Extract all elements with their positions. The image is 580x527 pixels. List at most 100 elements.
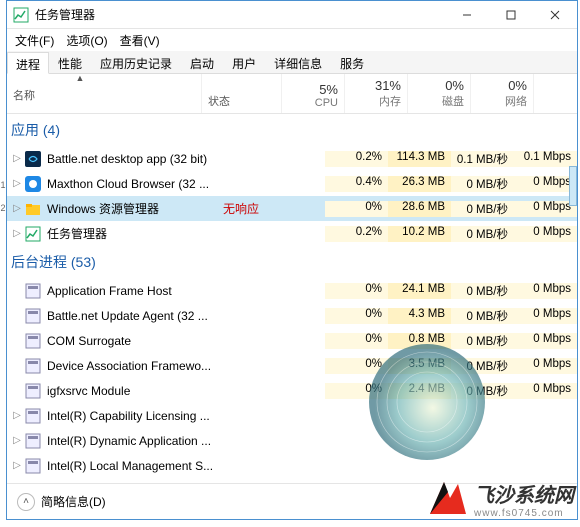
- cell-network: 0.1 Mbps: [514, 151, 577, 167]
- process-name: Maxthon Cloud Browser (32 ...: [47, 177, 223, 191]
- process-row[interactable]: Battle.net Update Agent (32 ... 0% 4.3 M…: [7, 303, 577, 328]
- tab-users[interactable]: 用户: [223, 51, 265, 73]
- menu-view[interactable]: 查看(V): [116, 30, 164, 51]
- process-status: 无响应: [223, 200, 303, 217]
- process-name: Battle.net desktop app (32 bit): [47, 152, 223, 166]
- maximize-button[interactable]: [489, 1, 533, 29]
- process-name: Intel(R) Local Management S...: [47, 459, 223, 473]
- process-name: Intel(R) Capability Licensing ...: [47, 409, 223, 423]
- cell-memory: 10.2 MB: [388, 226, 451, 242]
- process-icon: [25, 201, 41, 217]
- col-disk[interactable]: 0%磁盘: [408, 74, 471, 113]
- process-row[interactable]: ▷ Maxthon Cloud Browser (32 ... 0.4% 26.…: [7, 171, 577, 196]
- cell-cpu: 0%: [325, 383, 388, 399]
- cell-cpu: 0.4%: [325, 176, 388, 192]
- process-row[interactable]: Device Association Framewo... 0% 3.5 MB …: [7, 353, 577, 378]
- expander-icon[interactable]: ▷: [7, 178, 25, 189]
- process-row[interactable]: ▷ Windows 资源管理器 无响应 0% 28.6 MB 0 MB/秒 0 …: [7, 196, 577, 221]
- minimize-button[interactable]: [445, 1, 489, 29]
- col-memory[interactable]: 31%内存: [345, 74, 408, 113]
- cell-cpu: 0.2%: [325, 226, 388, 242]
- titlebar: 任务管理器: [7, 1, 577, 29]
- tab-app-history[interactable]: 应用历史记录: [91, 51, 181, 73]
- process-row[interactable]: COM Surrogate 0% 0.8 MB 0 MB/秒 0 Mbps: [7, 328, 577, 353]
- process-name: igfxsrvc Module: [47, 384, 223, 398]
- col-cpu[interactable]: 5%CPU: [282, 74, 345, 113]
- brief-info-link[interactable]: 简略信息(D): [41, 493, 106, 510]
- cell-memory: 28.6 MB: [388, 201, 451, 217]
- process-icon: [25, 308, 41, 324]
- process-icon: [25, 333, 41, 349]
- cell-disk: 0 MB/秒: [451, 308, 514, 324]
- app-icon: [13, 7, 29, 23]
- cell-network: 0 Mbps: [514, 283, 577, 299]
- process-list[interactable]: 应用 (4) ▷ Battle.net desktop app (32 bit)…: [7, 114, 577, 496]
- cell-disk: 0 MB/秒: [451, 283, 514, 299]
- process-row[interactable]: igfxsrvc Module 0% 2.4 MB 0 MB/秒 0 Mbps: [7, 378, 577, 403]
- col-status[interactable]: 状态: [202, 74, 282, 113]
- menu-options[interactable]: 选项(O): [62, 30, 111, 51]
- cell-cpu: 0%: [325, 283, 388, 299]
- process-row[interactable]: ▷ Battle.net desktop app (32 bit) 0.2% 1…: [7, 146, 577, 171]
- cell-disk: 0 MB/秒: [451, 383, 514, 399]
- expander-icon[interactable]: ▷: [7, 228, 25, 239]
- cell-cpu: 0%: [325, 333, 388, 349]
- side-marker: [569, 166, 577, 206]
- process-icon: [25, 383, 41, 399]
- watermark: 飞沙系统网 www.fs0745.com: [424, 474, 576, 523]
- expander-icon[interactable]: ▷: [7, 460, 25, 471]
- col-network[interactable]: 0%网络: [471, 74, 534, 113]
- cell-network: 0 Mbps: [514, 358, 577, 374]
- window-title: 任务管理器: [35, 6, 445, 23]
- chevron-up-icon[interactable]: ˄: [17, 493, 35, 511]
- task-manager-window: 任务管理器 文件(F) 选项(O) 查看(V) 进程 性能 应用历史记录 启动 …: [6, 0, 578, 520]
- cell-cpu: 0%: [325, 358, 388, 374]
- expander-icon[interactable]: ▷: [7, 410, 25, 421]
- column-headers: 名称 ▲ 状态 5%CPU 31%内存 0%磁盘 0%网络: [7, 74, 577, 114]
- expander-icon[interactable]: ▷: [7, 153, 25, 164]
- process-row[interactable]: ▷ 任务管理器 0.2% 10.2 MB 0 MB/秒 0 Mbps: [7, 221, 577, 246]
- process-name: 任务管理器: [47, 225, 223, 242]
- cell-disk: 0 MB/秒: [451, 176, 514, 192]
- cell-disk: 0 MB/秒: [451, 333, 514, 349]
- watermark-url: www.fs0745.com: [474, 508, 574, 519]
- col-name[interactable]: 名称 ▲: [7, 74, 202, 113]
- cell-cpu: 0%: [325, 308, 388, 324]
- expander-icon[interactable]: ▷: [7, 435, 25, 446]
- cell-network: 0 Mbps: [514, 176, 577, 192]
- tab-details[interactable]: 详细信息: [265, 51, 331, 73]
- process-icon: [25, 151, 41, 167]
- process-name: Device Association Framewo...: [47, 359, 223, 373]
- cell-memory: 24.1 MB: [388, 283, 451, 299]
- group-apps: 应用 (4): [7, 114, 577, 146]
- cell-disk: 0 MB/秒: [451, 201, 514, 217]
- process-icon: [25, 358, 41, 374]
- process-name: Application Frame Host: [47, 284, 223, 298]
- menu-file[interactable]: 文件(F): [11, 30, 58, 51]
- watermark-icon: [426, 476, 468, 521]
- group-background: 后台进程 (53): [7, 246, 577, 278]
- cell-memory: 2.4 MB: [388, 383, 451, 399]
- cell-memory: 4.3 MB: [388, 308, 451, 324]
- cell-memory: 114.3 MB: [388, 151, 451, 167]
- process-row[interactable]: ▷ Intel(R) Dynamic Application ...: [7, 428, 577, 453]
- tab-performance[interactable]: 性能: [49, 51, 91, 73]
- cell-network: 0 Mbps: [514, 201, 577, 217]
- process-icon: [25, 458, 41, 474]
- cell-memory: 26.3 MB: [388, 176, 451, 192]
- process-icon: [25, 226, 41, 242]
- expander-icon[interactable]: ▷: [7, 203, 25, 214]
- tab-services[interactable]: 服务: [331, 51, 373, 73]
- process-row[interactable]: ▷ Intel(R) Capability Licensing ...: [7, 403, 577, 428]
- process-icon: [25, 433, 41, 449]
- process-row[interactable]: Application Frame Host 0% 24.1 MB 0 MB/秒…: [7, 278, 577, 303]
- tab-processes[interactable]: 进程: [7, 52, 49, 74]
- cell-disk: 0 MB/秒: [451, 358, 514, 374]
- close-button[interactable]: [533, 1, 577, 29]
- cell-network: 0 Mbps: [514, 226, 577, 242]
- menubar: 文件(F) 选项(O) 查看(V): [7, 29, 577, 51]
- watermark-brand: 飞沙系统网: [474, 485, 574, 507]
- tab-startup[interactable]: 启动: [181, 51, 223, 73]
- cell-disk: 0 MB/秒: [451, 226, 514, 242]
- cell-cpu: 0.2%: [325, 151, 388, 167]
